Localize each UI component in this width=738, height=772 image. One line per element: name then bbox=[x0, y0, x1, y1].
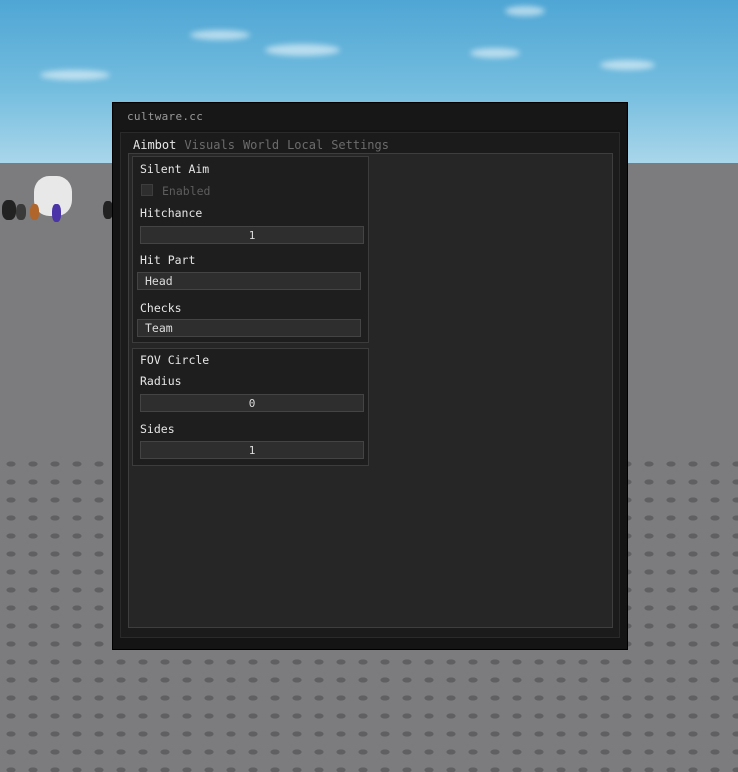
section-title: Silent Aim bbox=[140, 162, 210, 176]
checks-label: Checks bbox=[140, 301, 182, 315]
radius-label: Radius bbox=[140, 374, 182, 388]
cheat-menu-window[interactable]: cultware.cc Aimbot Visuals World Local S… bbox=[112, 102, 628, 650]
cloud bbox=[600, 60, 655, 70]
tab-content-panel: Silent Aim Enabled Hitchance 1 Hit Part … bbox=[128, 153, 613, 628]
tab-visuals[interactable]: Visuals bbox=[180, 136, 239, 154]
section-title: FOV Circle bbox=[140, 353, 210, 367]
tab-local[interactable]: Local bbox=[283, 136, 327, 154]
hit-part-dropdown[interactable]: Head bbox=[137, 272, 361, 290]
cloud bbox=[40, 70, 110, 80]
enabled-checkbox[interactable] bbox=[141, 184, 153, 196]
hitchance-label: Hitchance bbox=[140, 206, 203, 220]
character bbox=[2, 200, 16, 220]
character bbox=[52, 204, 61, 222]
hitchance-slider[interactable]: 1 bbox=[140, 226, 364, 244]
title-bar[interactable]: cultware.cc bbox=[114, 104, 626, 130]
character bbox=[16, 204, 26, 220]
tab-bar: Aimbot Visuals World Local Settings bbox=[129, 136, 393, 154]
cloud bbox=[265, 44, 340, 56]
cloud bbox=[505, 6, 545, 16]
cloud bbox=[190, 30, 250, 40]
radius-slider[interactable]: 0 bbox=[140, 394, 364, 412]
menu-body: Aimbot Visuals World Local Settings Sile… bbox=[120, 132, 620, 638]
sides-slider[interactable]: 1 bbox=[140, 441, 364, 459]
character bbox=[30, 204, 39, 220]
tab-settings[interactable]: Settings bbox=[327, 136, 393, 154]
fov-circle-section: FOV Circle Radius 0 Sides 1 bbox=[132, 348, 369, 466]
tab-world[interactable]: World bbox=[239, 136, 283, 154]
sides-label: Sides bbox=[140, 422, 175, 436]
player-characters bbox=[0, 176, 115, 228]
silent-aim-section: Silent Aim Enabled Hitchance 1 Hit Part … bbox=[132, 156, 369, 343]
window-title: cultware.cc bbox=[127, 110, 204, 123]
tab-aimbot[interactable]: Aimbot bbox=[129, 136, 180, 154]
cloud bbox=[470, 48, 520, 58]
enabled-label: Enabled bbox=[162, 184, 211, 198]
hit-part-label: Hit Part bbox=[140, 253, 196, 267]
checks-dropdown[interactable]: Team bbox=[137, 319, 361, 337]
